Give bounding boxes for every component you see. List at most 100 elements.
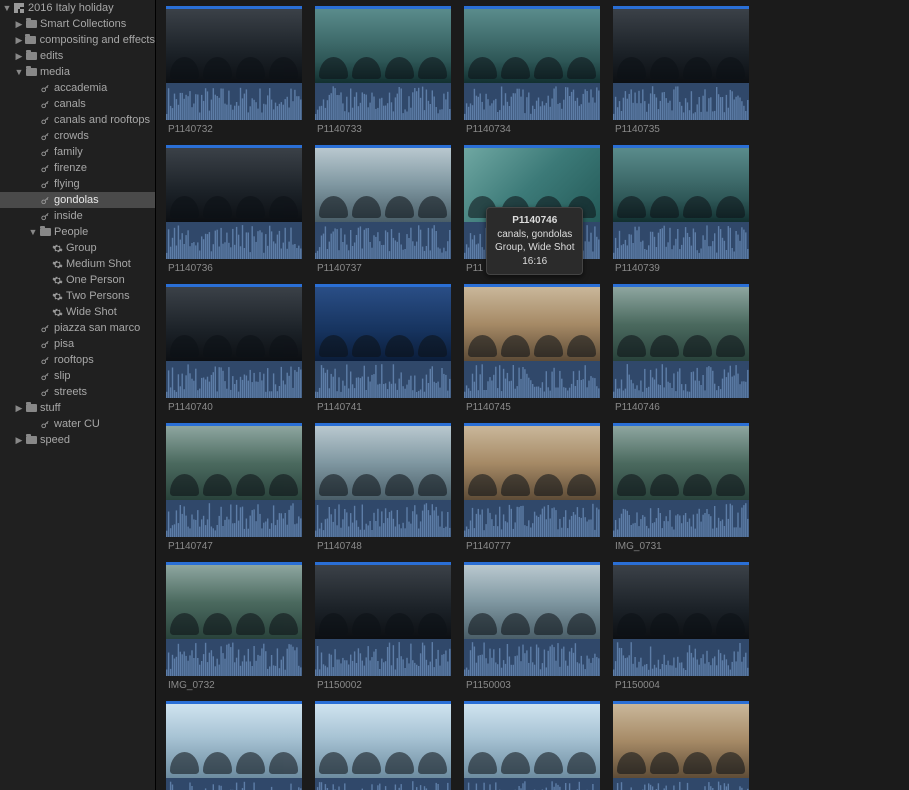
video-filmstrip[interactable] [613, 565, 749, 639]
disclosure-arrow[interactable]: ▶ [14, 403, 24, 414]
clip-thumbnail[interactable] [166, 284, 302, 398]
sidebar-item-rooftops[interactable]: rooftops [0, 352, 155, 368]
sidebar-item-pisa[interactable]: pisa [0, 336, 155, 352]
clip-cell[interactable]: P1150008 [315, 701, 464, 790]
video-filmstrip[interactable] [166, 426, 302, 500]
sidebar-item-people[interactable]: ▼People [0, 224, 155, 240]
clip-thumbnail[interactable]: P1140746canals, gondolasGroup, Wide Shot… [464, 145, 600, 259]
clip-thumbnail[interactable] [315, 6, 451, 120]
video-filmstrip[interactable] [315, 148, 451, 222]
sidebar-item-canals-and-rooftops[interactable]: canals and rooftops [0, 112, 155, 128]
video-filmstrip[interactable] [464, 287, 600, 361]
clip-cell[interactable]: P1140748 [315, 423, 464, 552]
disclosure-arrow[interactable]: ▼ [28, 227, 38, 237]
clip-cell[interactable]: P1150173 [464, 701, 613, 790]
sidebar-item-edits[interactable]: ▶edits [0, 48, 155, 64]
sidebar-item-crowds[interactable]: crowds [0, 128, 155, 144]
clip-cell[interactable]: IMG_0731 [613, 423, 762, 552]
clip-cell[interactable]: P1140739 [613, 145, 762, 274]
video-filmstrip[interactable] [464, 565, 600, 639]
sidebar-item-inside[interactable]: inside [0, 208, 155, 224]
sidebar-item-stuff[interactable]: ▶stuff [0, 400, 155, 416]
video-filmstrip[interactable] [464, 426, 600, 500]
video-filmstrip[interactable] [613, 9, 749, 83]
sidebar-item-group[interactable]: Group [0, 240, 155, 256]
sidebar-item-2016-italy-holiday[interactable]: ▼2016 Italy holiday [0, 0, 155, 16]
sidebar-item-slip[interactable]: slip [0, 368, 155, 384]
sidebar-item-water-cu[interactable]: water CU [0, 416, 155, 432]
clip-cell[interactable]: P1150003 [464, 562, 613, 691]
clip-thumbnail[interactable] [464, 562, 600, 676]
clip-cell[interactable]: IMG_0732 [166, 562, 315, 691]
video-filmstrip[interactable] [166, 704, 302, 778]
video-filmstrip[interactable] [315, 426, 451, 500]
clip-thumbnail[interactable] [166, 562, 302, 676]
clip-cell[interactable]: P1140737 [315, 145, 464, 274]
clip-cell[interactable]: P1140777 [464, 423, 613, 552]
clip-thumbnail[interactable] [613, 284, 749, 398]
clip-thumbnail[interactable] [315, 701, 451, 790]
clip-cell[interactable]: P1140734 [464, 6, 613, 135]
sidebar-item-smart-collections[interactable]: ▶Smart Collections [0, 16, 155, 32]
sidebar-item-wide-shot[interactable]: Wide Shot [0, 304, 155, 320]
disclosure-arrow[interactable]: ▶ [14, 435, 24, 446]
sidebar-item-canals[interactable]: canals [0, 96, 155, 112]
clip-cell[interactable]: P1140736 [166, 145, 315, 274]
video-filmstrip[interactable] [613, 287, 749, 361]
clip-cell[interactable]: P1140741 [315, 284, 464, 413]
clip-thumbnail[interactable] [166, 145, 302, 259]
disclosure-arrow[interactable]: ▼ [14, 67, 24, 77]
sidebar-item-media[interactable]: ▼media [0, 64, 155, 80]
video-filmstrip[interactable] [613, 704, 749, 778]
sidebar-item-two-persons[interactable]: Two Persons [0, 288, 155, 304]
sidebar-item-medium-shot[interactable]: Medium Shot [0, 256, 155, 272]
clip-thumbnail[interactable] [464, 423, 600, 537]
video-filmstrip[interactable] [166, 148, 302, 222]
clip-thumbnail[interactable] [464, 284, 600, 398]
clip-cell[interactable]: P1150174 [613, 701, 762, 790]
clip-thumbnail[interactable] [166, 423, 302, 537]
clip-thumbnail[interactable] [166, 6, 302, 120]
clip-cell[interactable]: P1140740 [166, 284, 315, 413]
video-filmstrip[interactable] [464, 704, 600, 778]
sidebar-item-speed[interactable]: ▶speed [0, 432, 155, 448]
clip-cell[interactable]: P1150002 [315, 562, 464, 691]
video-filmstrip[interactable] [613, 148, 749, 222]
sidebar-item-family[interactable]: family [0, 144, 155, 160]
video-filmstrip[interactable] [166, 565, 302, 639]
video-filmstrip[interactable] [315, 9, 451, 83]
sidebar-item-piazza-san-marco[interactable]: piazza san marco [0, 320, 155, 336]
clip-thumbnail[interactable] [464, 701, 600, 790]
clip-thumbnail[interactable] [613, 562, 749, 676]
clip-thumbnail[interactable] [315, 562, 451, 676]
disclosure-arrow[interactable]: ▶ [14, 19, 24, 30]
clip-thumbnail[interactable] [613, 423, 749, 537]
clip-cell[interactable]: P1150004 [613, 562, 762, 691]
clip-thumbnail[interactable] [315, 423, 451, 537]
clip-thumbnail[interactable] [315, 145, 451, 259]
clip-cell[interactable]: P1140746 [613, 284, 762, 413]
clip-thumbnail[interactable] [613, 6, 749, 120]
sidebar-item-flying[interactable]: flying [0, 176, 155, 192]
video-filmstrip[interactable] [166, 9, 302, 83]
video-filmstrip[interactable] [464, 9, 600, 83]
sidebar-item-accademia[interactable]: accademia [0, 80, 155, 96]
clip-browser[interactable]: P1140732P1140733P1140734P1140735P1140736… [156, 0, 909, 790]
disclosure-arrow[interactable]: ▶ [14, 35, 24, 46]
clip-thumbnail[interactable] [464, 6, 600, 120]
sidebar-item-firenze[interactable]: firenze [0, 160, 155, 176]
sidebar-item-one-person[interactable]: One Person [0, 272, 155, 288]
disclosure-arrow[interactable]: ▶ [14, 51, 24, 62]
clip-cell[interactable]: P1140746canals, gondolasGroup, Wide Shot… [464, 145, 613, 274]
sidebar-item-compositing-and-effects[interactable]: ▶compositing and effects [0, 32, 155, 48]
clip-thumbnail[interactable] [166, 701, 302, 790]
clip-cell[interactable]: P1140732 [166, 6, 315, 135]
clip-cell[interactable]: P1140735 [613, 6, 762, 135]
clip-thumbnail[interactable] [315, 284, 451, 398]
video-filmstrip[interactable] [315, 565, 451, 639]
disclosure-arrow[interactable]: ▼ [2, 3, 12, 13]
video-filmstrip[interactable] [166, 287, 302, 361]
video-filmstrip[interactable] [315, 287, 451, 361]
clip-cell[interactable]: P1150007 [166, 701, 315, 790]
clip-thumbnail[interactable] [613, 701, 749, 790]
